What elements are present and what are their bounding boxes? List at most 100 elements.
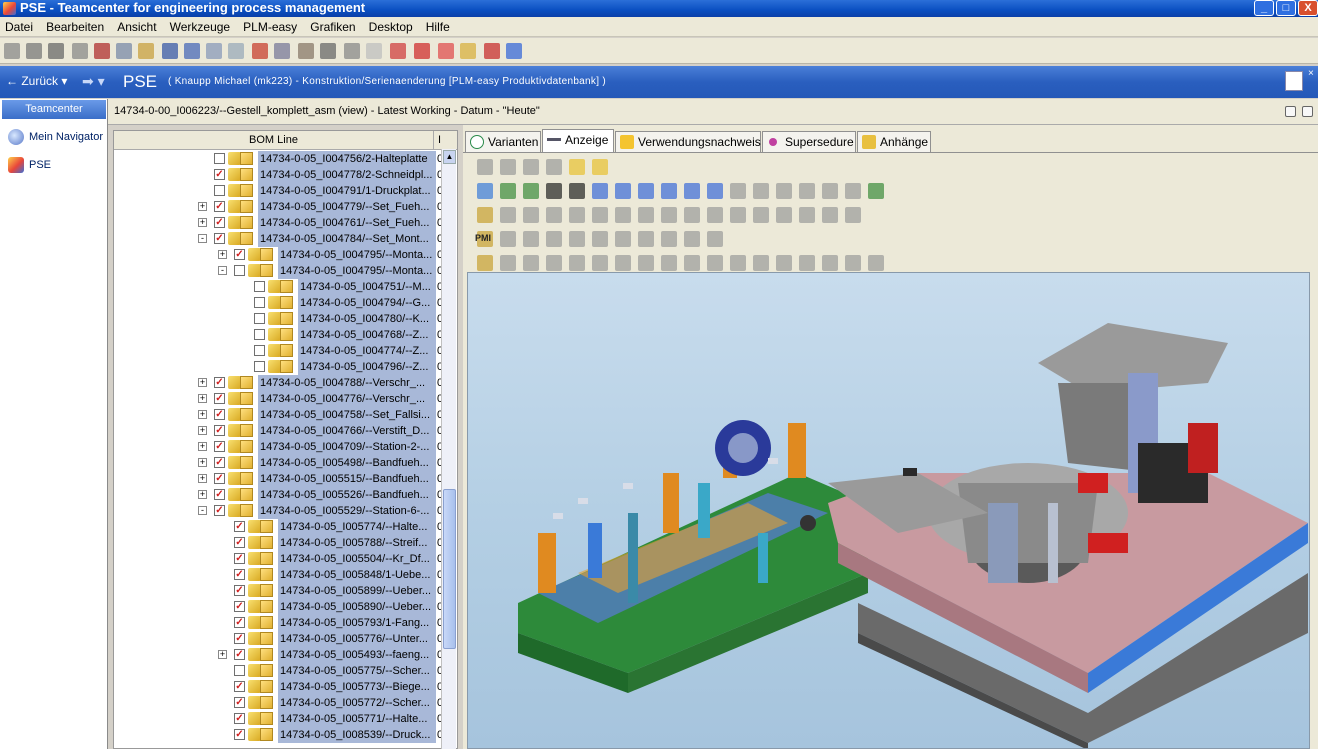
bom-line-label[interactable]: 14734-0-05_I005498/--Bandfueh... [258,455,436,471]
viewer-tool-icon[interactable] [730,255,746,271]
bom-line-label[interactable]: 14734-0-05_I005504/--Kr_Df... [278,551,436,567]
tree-row[interactable]: ✓14734-0-05_I005504/--Kr_Df...0 [114,551,443,567]
viewer-tool-icon[interactable] [868,183,884,199]
visibility-checkbox[interactable]: ✓ [214,233,225,244]
viewer-tool-icon[interactable] [822,207,838,223]
toolbar-icon[interactable] [366,43,382,59]
tree-row[interactable]: ✓14734-0-05_I005788/--Streif...0 [114,535,443,551]
viewer-tool-icon[interactable] [523,159,539,175]
viewer-tool-icon[interactable] [776,183,792,199]
toolbar-icon[interactable] [116,43,132,59]
tree-row[interactable]: +✓14734-0-05_I005498/--Bandfueh...0 [114,455,443,471]
tree-row[interactable]: +✓14734-0-05_I005526/--Bandfueh...0 [114,487,443,503]
visibility-checkbox[interactable]: ✓ [234,729,245,740]
visibility-checkbox[interactable]: ✓ [214,201,225,212]
viewer-tool-icon[interactable] [546,159,562,175]
viewer-tool-icon[interactable] [546,207,562,223]
bom-line-label[interactable]: 14734-0-05_I004778/2-Schneidpl... [258,167,436,183]
3d-viewport[interactable] [467,272,1310,749]
tab-varianten[interactable]: Varianten [465,131,541,152]
toolbar-icon[interactable] [390,43,406,59]
tree-row[interactable]: 14734-0-05_I004756/2-Halteplatte0 [114,151,443,167]
bom-line-label[interactable]: 14734-0-05_I004766/--Verstift_D... [258,423,436,439]
toolbar-icon[interactable] [274,43,290,59]
tree-row[interactable]: +✓14734-0-05_I004788/--Verschr_...0 [114,375,443,391]
bom-line-label[interactable]: 14734-0-05_I004761/--Set_Fueh... [258,215,436,231]
viewer-tool-icon[interactable] [845,207,861,223]
viewer-tool-icon[interactable] [845,255,861,271]
menu-werkzeuge[interactable]: Werkzeuge [165,17,235,37]
bom-line-label[interactable]: 14734-0-05_I005526/--Bandfueh... [258,487,436,503]
viewer-tool-icon[interactable] [753,183,769,199]
bom-line-label[interactable]: 14734-0-05_I004795/--Monta... [278,247,436,263]
viewer-tool-icon[interactable] [776,207,792,223]
teamcenter-tab[interactable]: Teamcenter [2,100,106,119]
visibility-checkbox[interactable]: ✓ [214,473,225,484]
viewer-tool-icon[interactable] [592,255,608,271]
menu-grafiken[interactable]: Grafiken [305,17,360,37]
viewer-tool-icon[interactable] [661,255,677,271]
expand-icon[interactable]: + [198,202,207,211]
expand-icon[interactable]: + [198,490,207,499]
viewer-tool-icon[interactable] [638,231,654,247]
visibility-checkbox[interactable]: ✓ [234,521,245,532]
maximize-pane-icon[interactable] [1302,106,1313,117]
bom-line-label[interactable]: 14734-0-05_I005493/--faeng... [278,647,436,663]
bom-line-label[interactable]: 14734-0-05_I005771/--Halte... [278,711,436,727]
tree-row[interactable]: 14734-0-05_I004768/--Z...0 [114,327,443,343]
scroll-up-icon[interactable]: ▲ [443,150,456,164]
toolbar-icon[interactable] [506,43,522,59]
visibility-checkbox[interactable]: ✓ [234,697,245,708]
visibility-checkbox[interactable]: ✓ [234,585,245,596]
toolbar-icon[interactable] [414,43,430,59]
visibility-checkbox[interactable] [254,345,265,356]
bom-line-label[interactable]: 14734-0-05_I004751/--M... [298,279,436,295]
toolbar-icon[interactable] [48,43,64,59]
visibility-checkbox[interactable]: ✓ [234,649,245,660]
bom-line-label[interactable]: 14734-0-05_I005890/--Ueber... [278,599,436,615]
toolbar-icon[interactable] [344,43,360,59]
tree-row[interactable]: -14734-0-05_I004795/--Monta...0 [114,263,443,279]
toolbar-icon[interactable] [72,43,88,59]
viewer-tool-icon[interactable] [592,207,608,223]
bom-line-label[interactable]: 14734-0-05_I004795/--Monta... [278,263,436,279]
viewer-tool-icon[interactable] [523,231,539,247]
toolbar-icon[interactable] [438,43,454,59]
viewer-tool-icon[interactable] [707,183,723,199]
viewer-tool-icon[interactable] [661,231,677,247]
visibility-checkbox[interactable]: ✓ [214,489,225,500]
tree-row[interactable]: -✓14734-0-05_I005529/--Station-6-...0 [114,503,443,519]
viewer-tool-icon[interactable] [500,207,516,223]
viewer-tool-icon[interactable] [730,183,746,199]
bom-line-label[interactable]: 14734-0-05_I008539/--Druck... [278,727,436,743]
viewer-tool-icon[interactable] [753,255,769,271]
visibility-checkbox[interactable]: ✓ [214,409,225,420]
viewer-tool-icon[interactable] [546,231,562,247]
visibility-checkbox[interactable]: ✓ [214,217,225,228]
tree-row[interactable]: ✓14734-0-05_I005793/1-Fang...0 [114,615,443,631]
menu-desktop[interactable]: Desktop [364,17,418,37]
visibility-checkbox[interactable]: ✓ [234,617,245,628]
viewer-tool-icon[interactable] [707,255,723,271]
visibility-checkbox[interactable] [254,281,265,292]
tree-row[interactable]: ✓14734-0-05_I004778/2-Schneidpl...0 [114,167,443,183]
visibility-checkbox[interactable] [214,185,225,196]
viewer-tool-icon[interactable] [546,183,562,199]
bom-line-label[interactable]: 14734-0-05_I005529/--Station-6-... [258,503,436,519]
viewer-tool-icon[interactable] [477,183,493,199]
viewer-tool-icon[interactable] [592,183,608,199]
bom-line-label[interactable]: 14734-0-05_I004784/--Set_Mont... [258,231,436,247]
viewer-tool-icon[interactable] [523,207,539,223]
visibility-checkbox[interactable]: ✓ [214,169,225,180]
tree-row[interactable]: ✓14734-0-05_I005774/--Halte...0 [114,519,443,535]
tree-row[interactable]: ✓14734-0-05_I008539/--Druck...0 [114,727,443,743]
pmi-icon[interactable]: PMI [475,233,491,243]
toolbar-icon[interactable] [484,43,500,59]
viewer-tool-icon[interactable] [822,183,838,199]
viewer-tool-icon[interactable] [569,207,585,223]
bom-line-label[interactable]: 14734-0-05_I004780/--K... [298,311,436,327]
viewer-tool-icon[interactable] [569,159,585,175]
restore-pane-icon[interactable] [1285,106,1296,117]
toolbar-icon[interactable] [252,43,268,59]
pse-app-icon[interactable] [1285,71,1303,91]
